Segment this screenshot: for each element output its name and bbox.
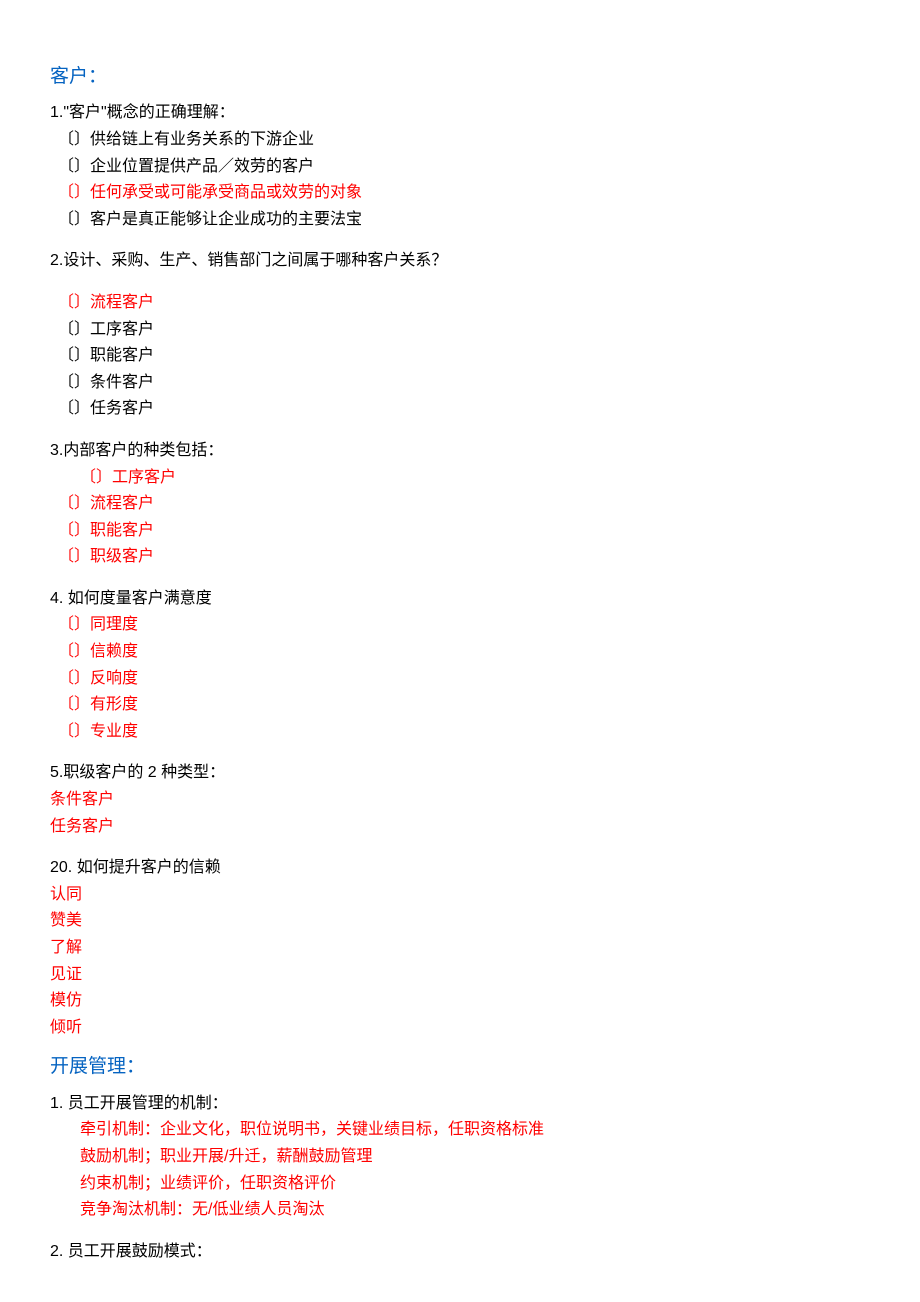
q4-title: 4. 如何度量客户满意度 xyxy=(50,586,870,612)
q3-opt: 〔〕流程客户 xyxy=(50,491,870,517)
section-heading-customer: 客户： xyxy=(50,62,870,92)
q1-opt: 〔〕任何承受或可能承受商品或效劳的对象 xyxy=(50,180,870,206)
q20-opt: 见证 xyxy=(50,962,870,988)
q2-opt: 〔〕条件客户 xyxy=(50,370,870,396)
q2-opt: 〔〕流程客户 xyxy=(50,290,870,316)
s2-q1-opt: 鼓励机制；职业开展/升迁，薪酬鼓励管理 xyxy=(50,1144,870,1170)
q4-opt: 〔〕反响度 xyxy=(50,666,870,692)
q3-opt: 〔〕职级客户 xyxy=(50,544,870,570)
s2-q2-title: 2. 员工开展鼓励模式： xyxy=(50,1239,870,1265)
q4-opt: 〔〕有形度 xyxy=(50,692,870,718)
q2-opt: 〔〕职能客户 xyxy=(50,343,870,369)
q3-title: 3.内部客户的种类包括： xyxy=(50,438,870,464)
s2-q1-opt: 约束机制；业绩评价，任职资格评价 xyxy=(50,1171,870,1197)
q3-opt: 〔〕职能客户 xyxy=(50,518,870,544)
s2-q1-opt: 牵引机制：企业文化，职位说明书，关键业绩目标，任职资格标准 xyxy=(50,1117,870,1143)
q4-opt: 〔〕专业度 xyxy=(50,719,870,745)
q20-opt: 赞美 xyxy=(50,908,870,934)
q2-opt: 〔〕工序客户 xyxy=(50,317,870,343)
q5-opt: 任务客户 xyxy=(50,814,870,840)
q20-opt: 模仿 xyxy=(50,988,870,1014)
q20-opt: 倾听 xyxy=(50,1015,870,1041)
q2-title: 2.设计、采购、生产、销售部门之间属于哪种客户关系？ xyxy=(50,248,870,274)
q1-opt: 〔〕客户是真正能够让企业成功的主要法宝 xyxy=(50,207,870,233)
s2-q1-opt: 竞争淘汰机制：无/低业绩人员淘汰 xyxy=(50,1197,870,1223)
q1-opt: 〔〕企业位置提供产品／效劳的客户 xyxy=(50,154,870,180)
q20-opt: 认同 xyxy=(50,882,870,908)
q4-opt: 〔〕信赖度 xyxy=(50,639,870,665)
s2-q1-title: 1. 员工开展管理的机制： xyxy=(50,1091,870,1117)
q1-title: 1."客户"概念的正确理解： xyxy=(50,100,870,126)
q3-opt: 〔〕工序客户 xyxy=(50,465,870,491)
q20-opt: 了解 xyxy=(50,935,870,961)
q20-title: 20. 如何提升客户的信赖 xyxy=(50,855,870,881)
section-heading-management: 开展管理： xyxy=(50,1052,870,1082)
q2-opt: 〔〕任务客户 xyxy=(50,396,870,422)
q4-opt: 〔〕同理度 xyxy=(50,612,870,638)
q1-opt: 〔〕供给链上有业务关系的下游企业 xyxy=(50,127,870,153)
q5-title: 5.职级客户的 2 种类型： xyxy=(50,760,870,786)
q5-opt: 条件客户 xyxy=(50,787,870,813)
